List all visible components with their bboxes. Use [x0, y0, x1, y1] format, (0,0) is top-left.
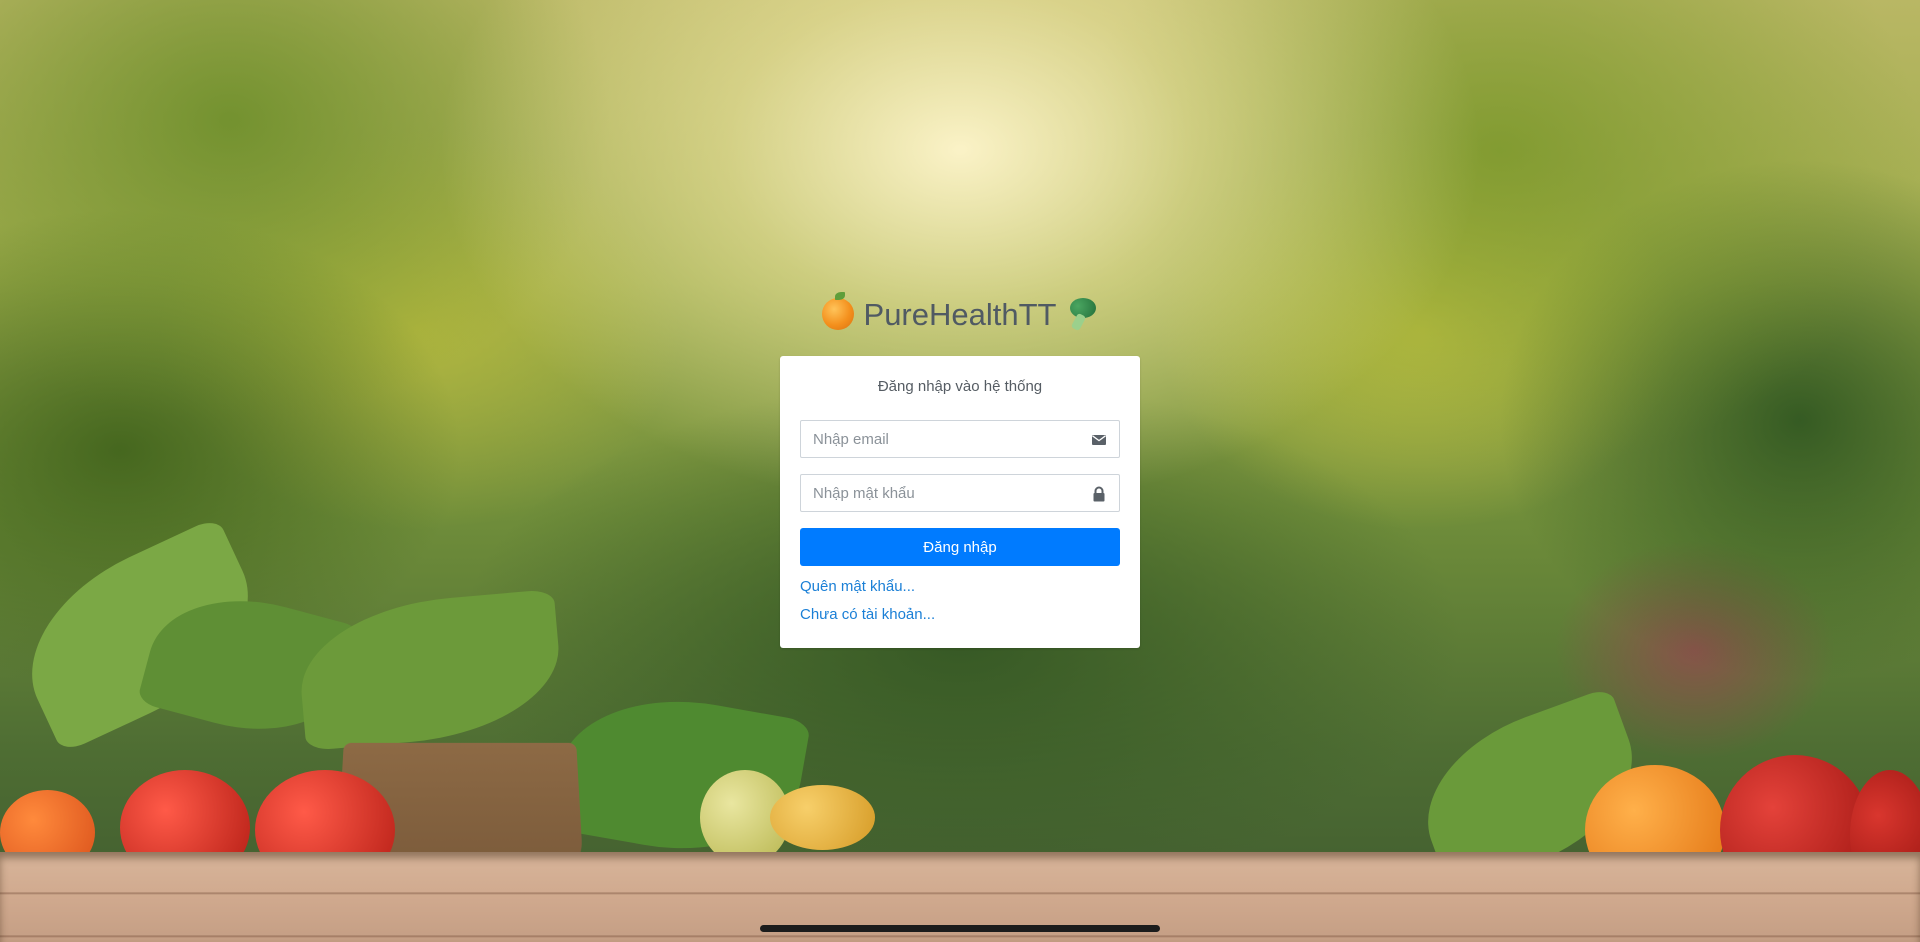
password-input[interactable] [801, 475, 1083, 511]
brand-header: PureHealthTT [0, 291, 1920, 337]
envelope-icon [1091, 432, 1107, 448]
orange-emoji-icon [821, 291, 854, 330]
home-indicator-bar [760, 925, 1160, 932]
forgot-password-link[interactable]: Quên mật khẩu... [800, 578, 915, 595]
brand-name: PureHealthTT [863, 297, 1057, 332]
email-field[interactable] [800, 420, 1120, 458]
lock-icon [1091, 486, 1107, 502]
login-card: Đăng nhập vào hệ thống Đăng nhập Quên mậ… [780, 356, 1140, 648]
password-field[interactable] [800, 474, 1120, 512]
herbs [294, 588, 566, 752]
squash [770, 785, 875, 850]
email-input[interactable] [801, 421, 1083, 457]
login-button[interactable]: Đăng nhập [800, 528, 1120, 566]
login-title: Đăng nhập vào hệ thống [877, 378, 1043, 395]
register-link[interactable]: Chưa có tài khoản... [800, 606, 935, 623]
broccoli-emoji-icon [1066, 297, 1098, 330]
